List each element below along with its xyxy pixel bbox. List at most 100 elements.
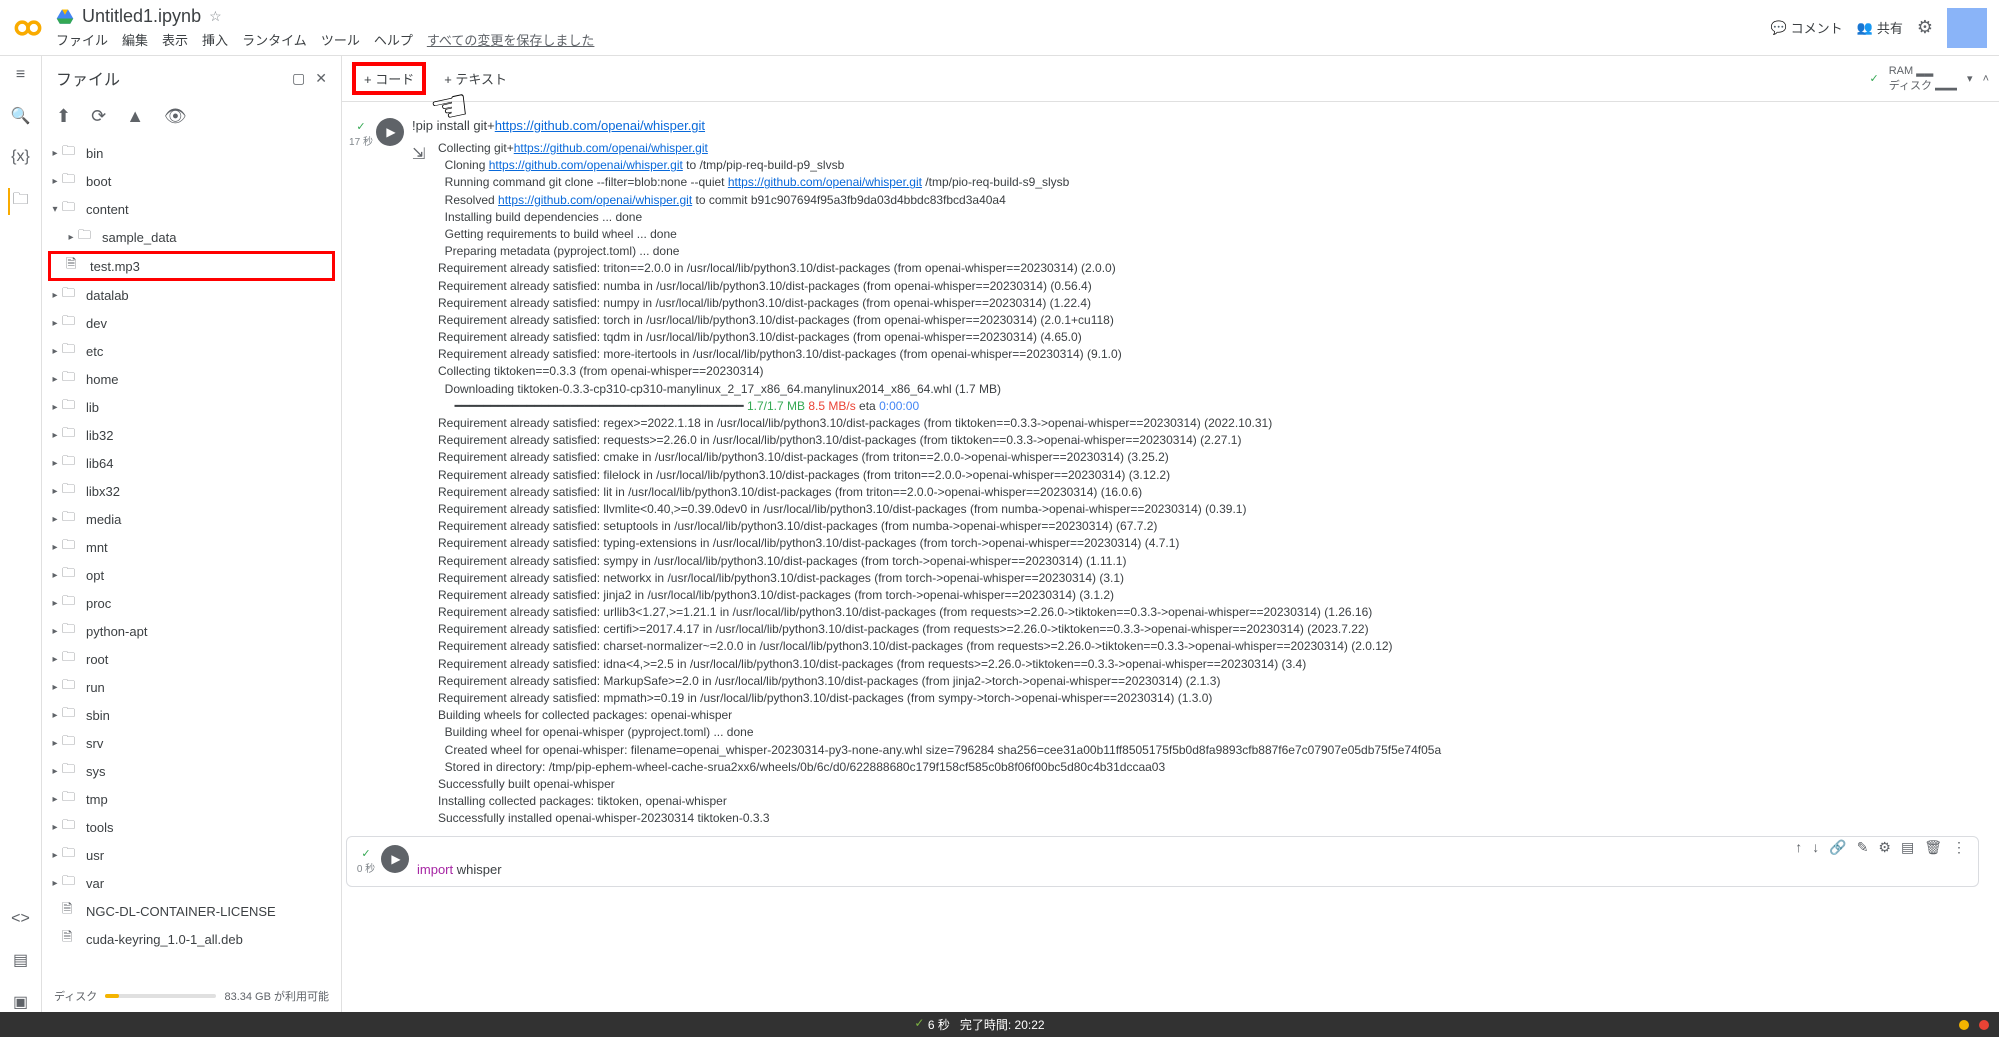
cell-gutter: ✓ 17 秒 [346, 112, 376, 828]
notebook-toolbar: + コード + テキスト ✓ RAM ▂▂ ディスク ▂▂ ▾ ˄ [342, 56, 1999, 102]
folder-etc[interactable]: ▸🗀etc [48, 337, 335, 365]
menu-bar: ファイル 編集 表示 挿入 ランタイム ツール ヘルプ すべての変更を保存しまし… [56, 30, 1770, 49]
folder-boot[interactable]: ▸🗀boot [48, 167, 335, 195]
title-area: Untitled1.ipynb ☆ ファイル 編集 表示 挿入 ランタイム ツー… [56, 6, 1770, 49]
folder-proc[interactable]: ▸🗀proc [48, 589, 335, 617]
pane-close-icon[interactable]: ✕ [315, 70, 327, 87]
share-button[interactable]: 👥共有 [1857, 18, 1903, 37]
disk-bar [105, 994, 216, 998]
exec-time: 6 秒 [928, 1016, 950, 1033]
folder-tmp[interactable]: ▸🗀tmp [48, 785, 335, 813]
folder-lib[interactable]: ▸🗀lib [48, 393, 335, 421]
folder-libx32[interactable]: ▸🗀libx32 [48, 477, 335, 505]
completion-time: 完了時間: 20:22 [960, 1016, 1045, 1033]
avatar[interactable] [1947, 8, 1987, 48]
gear-icon[interactable]: ⚙ [1917, 17, 1933, 38]
folder-lib32[interactable]: ▸🗀lib32 [48, 421, 335, 449]
code-input[interactable]: import whisper [417, 856, 1974, 884]
folder-var[interactable]: ▸🗀var [48, 869, 335, 897]
star-icon[interactable]: ☆ [209, 8, 222, 25]
link-icon[interactable]: 🔗 [1829, 839, 1846, 856]
terminal-icon[interactable]: ▣ [13, 992, 28, 1012]
connected-check-icon: ✓ [1870, 72, 1879, 85]
toggle-hidden-icon[interactable]: 👁 [164, 106, 187, 127]
resource-dropdown-icon[interactable]: ▾ [1967, 72, 1973, 85]
refresh-icon[interactable]: ⟳ [91, 106, 106, 127]
code-input[interactable]: !pip install git+https://github.com/open… [412, 112, 1979, 140]
folder-python-apt[interactable]: ▸🗀python-apt [48, 617, 335, 645]
folder-root[interactable]: ▸🗀root [48, 645, 335, 673]
vars-icon[interactable]: {x} [11, 148, 30, 166]
folder-sys[interactable]: ▸🗀sys [48, 757, 335, 785]
folder-home[interactable]: ▸🗀home [48, 365, 335, 393]
pane-popout-icon[interactable]: ▢ [292, 70, 305, 87]
file-cuda-keyring[interactable]: 🗎cuda-keyring_1.0-1_all.deb [48, 925, 335, 953]
cell-actions-toolbar: ↑ ↓ 🔗 ✎ ⚙ ▤ 🗑 ⋮ [417, 839, 1974, 856]
status-bar: ✓ 6 秒 完了時間: 20:22 [0, 1012, 1999, 1037]
doc-title[interactable]: Untitled1.ipynb [82, 6, 201, 27]
folder-dev[interactable]: ▸🗀dev [48, 309, 335, 337]
main-row: ≡ 🔍 {x} 🗀 <> ▤ ▣ ファイル ▢ ✕ ⬆ ⟳ ▲ 👁 ▸🗀bin … [0, 56, 1999, 1012]
file-pane: ファイル ▢ ✕ ⬆ ⟳ ▲ 👁 ▸🗀bin ▸🗀boot ▾🗀content … [42, 56, 342, 1012]
cmd-palette-icon[interactable]: ▤ [13, 950, 28, 970]
left-rail: ≡ 🔍 {x} 🗀 <> ▤ ▣ [0, 56, 42, 1012]
notebook: ✓ 17 秒 ▶ !pip install git+https://github… [342, 102, 1999, 1012]
folder-sample-data[interactable]: ▸🗀sample_data [48, 223, 335, 251]
output-expand-icon[interactable]: ⇲ [412, 140, 434, 828]
folder-media[interactable]: ▸🗀media [48, 505, 335, 533]
file-test-mp3[interactable]: 🗎test.mp3 [48, 251, 335, 281]
folder-tools[interactable]: ▸🗀tools [48, 813, 335, 841]
more-icon[interactable]: ⋮ [1952, 839, 1966, 856]
folder-mnt[interactable]: ▸🗀mnt [48, 533, 335, 561]
add-code-button[interactable]: + コード [352, 62, 426, 95]
menu-runtime[interactable]: ランタイム [242, 30, 307, 49]
menu-help[interactable]: ヘルプ [374, 30, 413, 49]
disk-usage: ディスク 83.34 GB が利用可能 [42, 980, 341, 1012]
header: Untitled1.ipynb ☆ ファイル 編集 表示 挿入 ランタイム ツー… [0, 0, 1999, 56]
run-button[interactable]: ▶ [376, 118, 404, 146]
status-dot-yellow [1959, 1020, 1969, 1030]
menu-insert[interactable]: 挿入 [202, 30, 228, 49]
check-icon: ✓ [361, 847, 370, 860]
menu-file[interactable]: ファイル [56, 30, 108, 49]
content-area: + コード + テキスト ✓ RAM ▂▂ ディスク ▂▂ ▾ ˄ ☜ ✓ 17… [342, 56, 1999, 1012]
folder-lib64[interactable]: ▸🗀lib64 [48, 449, 335, 477]
files-icon[interactable]: 🗀 [8, 188, 28, 215]
folder-datalab[interactable]: ▸🗀datalab [48, 281, 335, 309]
menu-view[interactable]: 表示 [162, 30, 188, 49]
folder-usr[interactable]: ▸🗀usr [48, 841, 335, 869]
run-button[interactable]: ▶ [381, 845, 409, 873]
folder-srv[interactable]: ▸🗀srv [48, 729, 335, 757]
code-cell-2: ✓ 0 秒 ▶ ↑ ↓ 🔗 ✎ ⚙ ▤ 🗑 ⋮ import whi [346, 836, 1979, 887]
folder-sbin[interactable]: ▸🗀sbin [48, 701, 335, 729]
save-status: すべての変更を保存しました [427, 30, 595, 49]
folder-bin[interactable]: ▸🗀bin [48, 139, 335, 167]
menu-edit[interactable]: 編集 [122, 30, 148, 49]
colab-logo [12, 12, 44, 44]
move-down-icon[interactable]: ↓ [1812, 839, 1819, 856]
code-cell-1: ✓ 17 秒 ▶ !pip install git+https://github… [346, 112, 1979, 828]
file-ngc-license[interactable]: 🗎NGC-DL-CONTAINER-LICENSE [48, 897, 335, 925]
comment-button[interactable]: 💬コメント [1770, 18, 1842, 37]
file-pane-header: ファイル ▢ ✕ [42, 56, 341, 100]
delete-icon[interactable]: 🗑 [1924, 839, 1942, 856]
collapse-header-icon[interactable]: ˄ [1983, 73, 1989, 85]
settings-icon[interactable]: ⚙ [1878, 839, 1891, 856]
add-text-button[interactable]: + テキスト [436, 66, 515, 91]
file-tree: ▸🗀bin ▸🗀boot ▾🗀content ▸🗀sample_data 🗎te… [42, 139, 341, 980]
code-snippets-icon[interactable]: <> [11, 910, 30, 928]
move-up-icon[interactable]: ↑ [1795, 839, 1802, 856]
folder-opt[interactable]: ▸🗀opt [48, 561, 335, 589]
cell-gutter: ✓ 0 秒 [351, 839, 381, 884]
folder-content[interactable]: ▾🗀content [48, 195, 335, 223]
upload-icon[interactable]: ⬆ [56, 106, 71, 127]
folder-run[interactable]: ▸🗀run [48, 673, 335, 701]
file-pane-title: ファイル [56, 66, 120, 90]
toc-icon[interactable]: ≡ [16, 66, 25, 84]
mount-drive-icon[interactable]: ▲ [126, 106, 144, 127]
mirror-icon[interactable]: ✎ [1857, 839, 1869, 856]
output-toggle-icon[interactable]: ▤ [1901, 839, 1914, 856]
search-icon[interactable]: 🔍 [11, 106, 31, 126]
menu-tools[interactable]: ツール [321, 30, 360, 49]
cell-output: Collecting git+https://github.com/openai… [434, 140, 1441, 828]
